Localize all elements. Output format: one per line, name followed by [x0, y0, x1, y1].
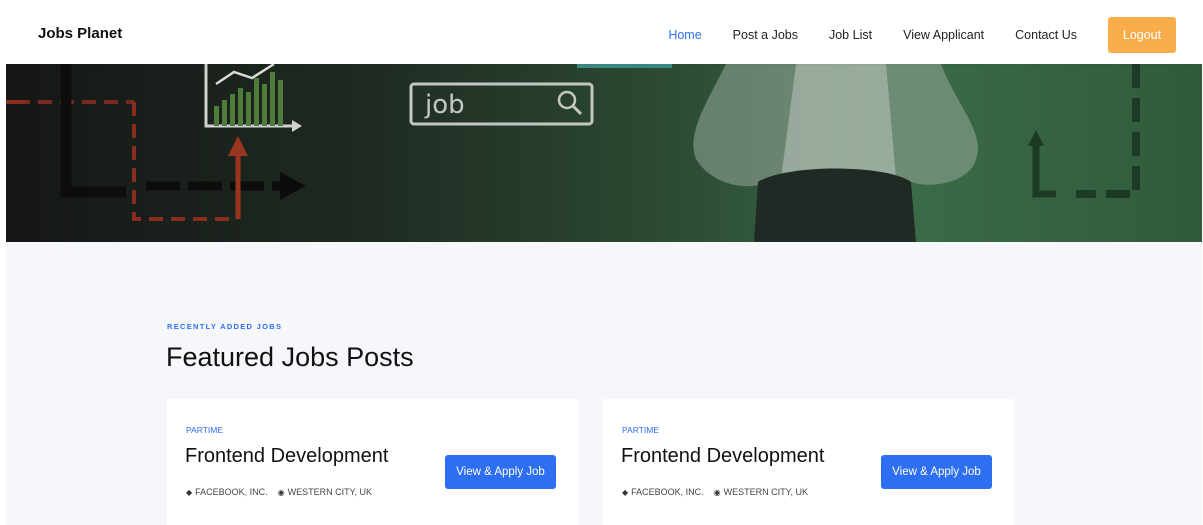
- nav-contact-us[interactable]: Contact Us: [1015, 28, 1077, 42]
- job-card: PARTIME Frontend Development ◆ FACEBOOK,…: [167, 399, 578, 525]
- location-target-icon: ◉: [713, 487, 721, 497]
- job-meta: ◆ FACEBOOK, INC. ◉ WESTERN CITY, UK: [186, 487, 382, 497]
- nav-job-list[interactable]: Job List: [829, 28, 872, 42]
- view-apply-job-button[interactable]: View & Apply Job: [881, 455, 992, 489]
- nav-post-jobs[interactable]: Post a Jobs: [733, 28, 798, 42]
- location-name: WESTERN CITY, UK: [723, 487, 809, 497]
- job-company: ◆ FACEBOOK, INC.: [186, 487, 268, 497]
- job-location: ◉ WESTERN CITY, UK: [714, 487, 808, 497]
- job-meta: ◆ FACEBOOK, INC. ◉ WESTERN CITY, UK: [622, 487, 818, 497]
- hero-illustration: [6, 64, 1140, 242]
- logout-button[interactable]: Logout: [1108, 17, 1176, 53]
- nav-links: Home Post a Jobs Job List View Applicant…: [668, 17, 1176, 53]
- location-name: WESTERN CITY, UK: [287, 487, 373, 497]
- nav-view-applicant[interactable]: View Applicant: [903, 28, 984, 42]
- hero-banner: job: [6, 64, 1202, 242]
- job-title[interactable]: Frontend Development: [185, 445, 388, 468]
- layers-icon: ◆: [186, 487, 193, 497]
- hero-search-word: job: [425, 90, 465, 120]
- view-apply-job-button[interactable]: View & Apply Job: [445, 455, 556, 489]
- job-company: ◆ FACEBOOK, INC.: [622, 487, 704, 497]
- page-frame: Jobs Planet Home Post a Jobs Job List Vi…: [6, 6, 1202, 525]
- job-location: ◉ WESTERN CITY, UK: [278, 487, 372, 497]
- location-target-icon: ◉: [277, 487, 285, 497]
- layers-icon: ◆: [622, 487, 629, 497]
- top-navbar: Jobs Planet Home Post a Jobs Job List Vi…: [6, 6, 1202, 64]
- company-name: FACEBOOK, INC.: [195, 487, 268, 497]
- section-subtitle: RECENTLY ADDED JOBS: [167, 322, 283, 331]
- company-name: FACEBOOK, INC.: [631, 487, 704, 497]
- section-title: Featured Jobs Posts: [166, 342, 414, 372]
- nav-home[interactable]: Home: [668, 28, 701, 42]
- job-type: PARTIME: [186, 425, 223, 435]
- job-title[interactable]: Frontend Development: [621, 445, 824, 468]
- job-card: PARTIME Frontend Development ◆ FACEBOOK,…: [603, 399, 1014, 525]
- brand-logo[interactable]: Jobs Planet: [38, 25, 122, 42]
- job-type: PARTIME: [622, 425, 659, 435]
